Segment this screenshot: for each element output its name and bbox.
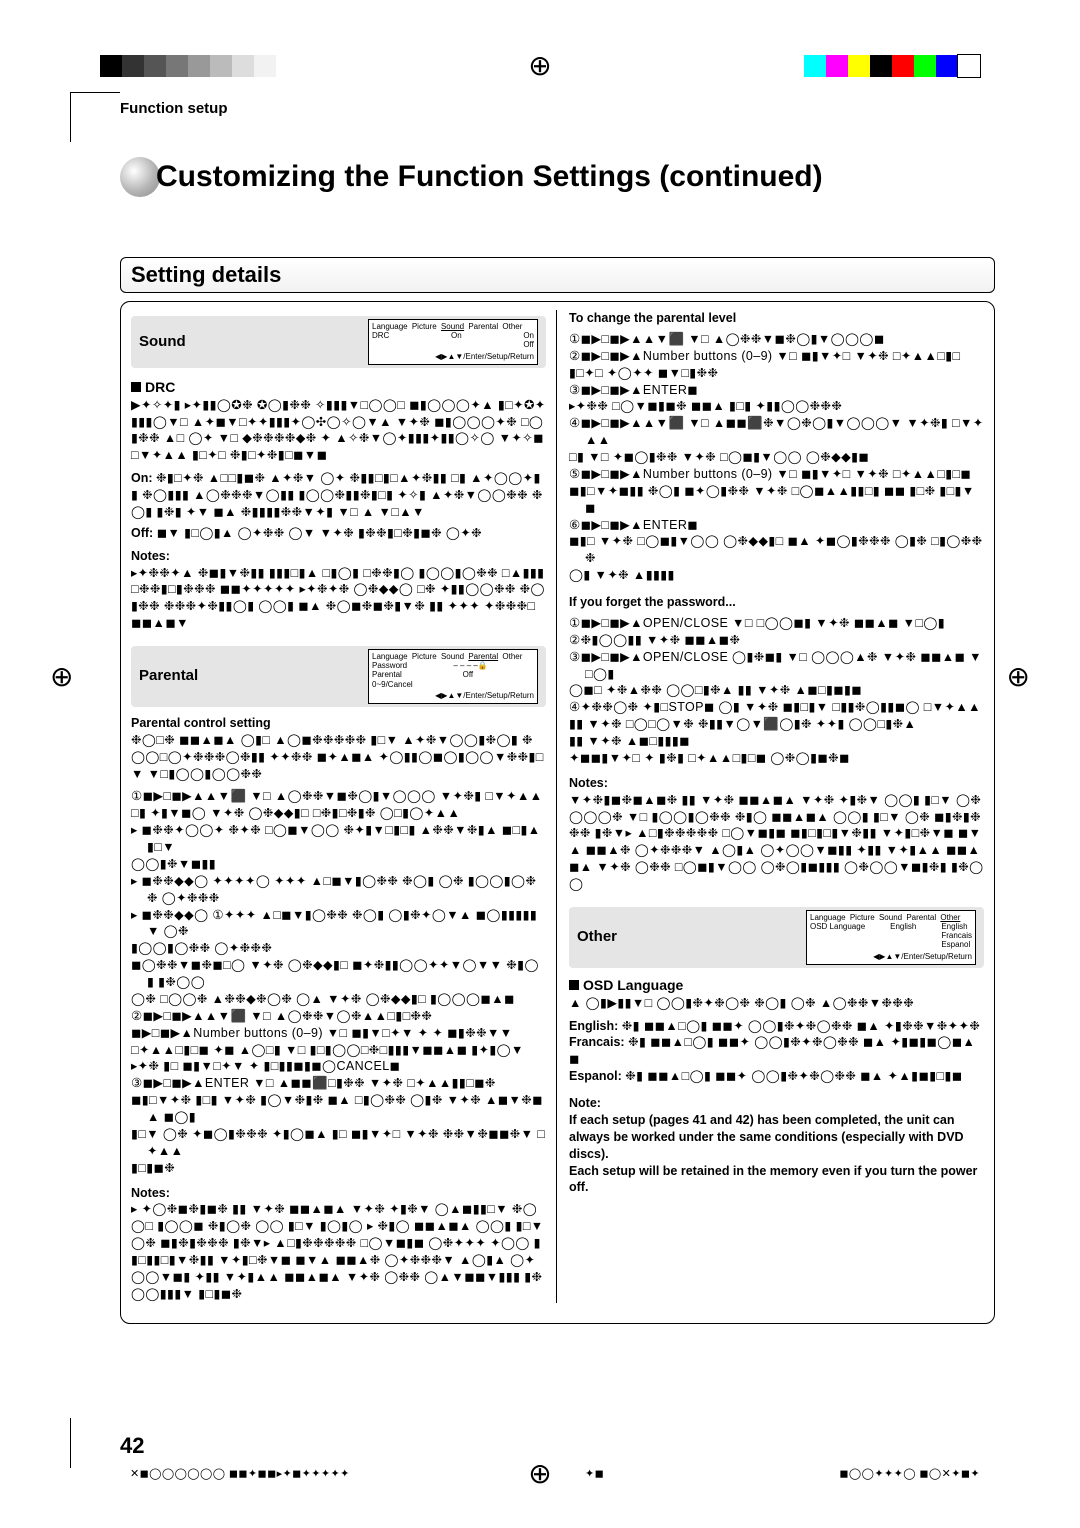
- crosshair-icon: ⊕: [528, 49, 551, 82]
- settings-details-box: Sound Language Picture Sound Parental Ot…: [120, 301, 995, 1324]
- parental-control-setting-label: Parental control setting: [131, 715, 546, 732]
- notes-body: ▸✦❉❉✦▲ ❉◼▮▼❉▮▮ ▮▮▮□▮▲ □▮◯▮ □❉❉▮◯ ▮◯◯▮◯❉❉…: [131, 565, 546, 633]
- english-row: English: ❉▮ ◼◼▲□◯▮ ◼◼✦ ◯◯▮❉✦❉◯❉❉ ◼▲ ✦▮❉❉…: [569, 1018, 984, 1035]
- change-parental-heading: To change the parental level: [569, 310, 984, 327]
- section-heading: Setting details: [120, 257, 995, 293]
- parental-subheading: Parental Language Picture Sound Parental…: [131, 646, 546, 707]
- osd-body: ▲ ◯▮▶▮▮▼□ ◯◯▮❉✦❉◯❉ ❉◯▮ ◯❉ ▲◯❉❉▼❉❉❉: [569, 995, 984, 1012]
- change-parental-steps: ①◼▶□◼▶▲▲▼⬛ ▼□ ▲◯❉❉▼◼❉◯▮▼◯◯◯◼②◼▶□◼▶▲Numbe…: [569, 331, 984, 584]
- sound-label: Sound: [139, 332, 186, 352]
- notes2-label: Notes:: [131, 1185, 546, 1202]
- left-column: Sound Language Picture Sound Parental Ot…: [131, 310, 557, 1303]
- note-label: Note:: [569, 1095, 984, 1112]
- francais-row: Francais: ❉▮ ◼◼▲□◯▮ ◼◼✦ ◯◯▮❉✦❉◯❉❉ ◼▲ ✦▮◼…: [569, 1034, 984, 1068]
- page-body: Function setup Customizing the Function …: [120, 100, 995, 1453]
- osd-language-heading: OSD Language: [569, 976, 984, 995]
- sound-menu-thumbnail: Language Picture Sound Parental OtherDRC…: [368, 319, 538, 365]
- parental-control-body: ❉◯□❉ ◼◼▲◼▲ ◯▮□ ▲◯◼❉❉❉❉❉ ▮□▼ ▲✦❉▼◯◯▮❉◯▮ ❉…: [131, 732, 546, 783]
- drc-on-row: On: ❉▮□✦❉ ▲□□▮◼❉ ▲✦❉▼ ◯✦ ❉▮▮□▮□▲✦❉▮▮ □▮ …: [131, 470, 546, 521]
- color-swatches: [804, 55, 980, 77]
- on-label: On:: [131, 471, 153, 485]
- title-bullet-icon: [120, 157, 160, 197]
- off-body: ◼▼ ▮□◯▮▲ ◯✦❉❉ ◯▼ ▼✦❉ ▮❉❉▮□❉▮◼❉ ◯✦❉: [157, 526, 482, 540]
- notes2-body: ▸ ✦◯❉◼❉▮◼❉ ▮▮ ▼✦❉ ◼◼▲◼▲ ▼✦❉ ✦▮❉▼ ◯▲◼▮▮□▼…: [131, 1201, 546, 1302]
- note-body-1: If each setup (pages 41 and 42) has been…: [569, 1112, 984, 1163]
- running-head: Function setup: [120, 100, 995, 117]
- forget-password-steps: ①◼▶□◼▶▲OPEN/CLOSE ▼□ □◯◯◼▮ ▼✦❉ ◼◼▲◼ ▼□◯▮…: [569, 615, 984, 767]
- off-label: Off:: [131, 526, 153, 540]
- page-title-row: Customizing the Function Settings (conti…: [120, 157, 995, 197]
- page-title: Customizing the Function Settings (conti…: [156, 160, 823, 194]
- notes-label: Notes:: [131, 548, 546, 565]
- square-bullet-icon: [131, 382, 141, 392]
- crop-mark: [70, 92, 120, 142]
- note-body-2: Each setup will be retained in the memor…: [569, 1163, 984, 1197]
- parental-menu-thumbnail: Language Picture Sound Parental OtherPas…: [368, 649, 538, 704]
- gray-swatches: [100, 55, 276, 77]
- drc-body: ▶✦✧✦▮ ▸✦▮▮◯✪❉ ✪◯▮❉❉ ✧▮▮▮▼□◯◯□ ◼▮◯◯◯✦▲ ▮□…: [131, 397, 546, 465]
- crosshair-icon: ⊕: [1007, 660, 1030, 693]
- page-number: 42: [120, 1433, 144, 1459]
- parental-steps: ①◼▶□◼▶▲▲▼⬛ ▼□ ▲◯❉❉▼◼❉◯▮▼◯◯◯ ▼✦❉▮ □▼✦▲▲ □…: [131, 788, 546, 1176]
- footer-metadata: ✕◼◯◯◯◯◯◯ ◼◼✦◼◼▸✦◼✦✦✦✦✦ ✦◼ ◼◯◯✦✦✦◯ ◼◯✕✦◼✦: [130, 1467, 980, 1480]
- print-registration-bar: ⊕: [80, 55, 1000, 81]
- notes3-label: Notes:: [569, 775, 984, 792]
- crosshair-icon: ⊕: [50, 660, 73, 693]
- forget-password-heading: If you forget the password...: [569, 594, 984, 611]
- other-menu-thumbnail: Language Picture Sound Parental OtherOSD…: [806, 910, 976, 965]
- parental-label: Parental: [139, 666, 198, 686]
- on-body: ❉▮□✦❉ ▲□□▮◼❉ ▲✦❉▼ ◯✦ ❉▮▮□▮□▲✦❉▮▮ □▮ ▲✦◯◯…: [131, 471, 543, 519]
- other-subheading: Other Language Picture Sound Parental Ot…: [569, 907, 984, 968]
- sound-subheading: Sound Language Picture Sound Parental Ot…: [131, 316, 546, 368]
- notes3-body: ▼✦❉▮◼❉◼▲◼❉ ▮▮ ▼✦❉ ◼◼▲◼▲ ▼✦❉ ✦▮❉▼ ◯◯▮ ▮□▼…: [569, 792, 984, 893]
- square-bullet-icon: [569, 980, 579, 990]
- other-label: Other: [577, 927, 617, 947]
- drc-heading: DRC: [131, 378, 546, 397]
- espanol-row: Espanol: ❉▮ ◼◼▲□◯▮ ◼◼✦ ◯◯▮❉✦❉◯❉❉ ◼▲ ✦▲▮◼…: [569, 1068, 984, 1085]
- crop-mark: [70, 1418, 120, 1468]
- right-column: To change the parental level ①◼▶□◼▶▲▲▼⬛ …: [569, 310, 984, 1303]
- drc-off-row: Off: ◼▼ ▮□◯▮▲ ◯✦❉❉ ◯▼ ▼✦❉ ▮❉❉▮□❉▮◼❉ ◯✦❉: [131, 525, 546, 542]
